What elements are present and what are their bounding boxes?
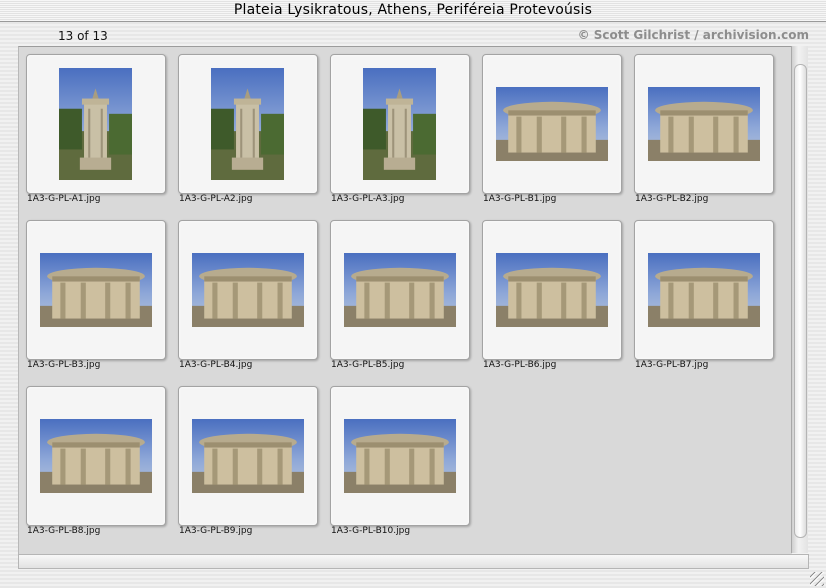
thumbnail-image[interactable] bbox=[648, 253, 760, 327]
thumbnail-filename: 1A3-G-PL-A2.jpg bbox=[179, 194, 253, 204]
thumbnail-filename: 1A3-G-PL-B8.jpg bbox=[27, 526, 101, 536]
thumbnail-frame[interactable] bbox=[178, 54, 318, 194]
thumbnail-image[interactable] bbox=[363, 68, 436, 180]
thumbnail-viewport: 1A3-G-PL-A1.jpg 1A3-G-PL-A2.jpg 1A3-G-PL-A… bbox=[18, 46, 792, 555]
thumbnail-frame[interactable] bbox=[330, 54, 470, 194]
thumbnail-filename: 1A3-G-PL-B10.jpg bbox=[331, 526, 411, 536]
thumbnail-image[interactable] bbox=[496, 253, 608, 327]
thumbnail-image[interactable] bbox=[344, 419, 456, 493]
resize-grip-icon[interactable] bbox=[810, 572, 824, 586]
thumbnail-filename: 1A3-G-PL-B6.jpg bbox=[483, 360, 557, 370]
thumbnail-frame[interactable] bbox=[330, 386, 470, 526]
thumbnail-image[interactable] bbox=[192, 419, 304, 493]
thumbnail-frame[interactable] bbox=[178, 386, 318, 526]
image-counter: 13 of 13 bbox=[58, 29, 108, 43]
thumbnail-filename: 1A3-G-PL-B2.jpg bbox=[635, 194, 709, 204]
thumbnail-filename: 1A3-G-PL-B7.jpg bbox=[635, 360, 709, 370]
thumbnail-image[interactable] bbox=[192, 253, 304, 327]
horizontal-scrollbar[interactable] bbox=[18, 554, 809, 569]
thumbnail-item[interactable]: 1A3-G-PL-B10.jpg bbox=[324, 380, 470, 536]
thumbnail-frame[interactable] bbox=[26, 220, 166, 360]
thumbnail-frame[interactable] bbox=[482, 220, 622, 360]
thumbnail-image[interactable] bbox=[648, 87, 760, 161]
thumbnail-filename: 1A3-G-PL-A1.jpg bbox=[27, 194, 101, 204]
thumbnail-filename: 1A3-G-PL-B9.jpg bbox=[179, 526, 253, 536]
thumbnail-frame[interactable] bbox=[482, 54, 622, 194]
thumbnail-item[interactable]: 1A3-G-PL-A3.jpg bbox=[324, 48, 470, 204]
thumbnail-filename: 1A3-G-PL-A3.jpg bbox=[331, 194, 405, 204]
thumbnail-image[interactable] bbox=[496, 87, 608, 161]
thumbnail-image[interactable] bbox=[211, 68, 284, 180]
thumbnail-item[interactable]: 1A3-G-PL-B3.jpg bbox=[20, 214, 166, 370]
window-title: Plateia Lysikratous, Athens, Periféreia … bbox=[0, 0, 826, 22]
thumbnail-image[interactable] bbox=[59, 68, 132, 180]
vertical-scrollbar[interactable] bbox=[791, 46, 808, 553]
thumbnail-filename: 1A3-G-PL-B3.jpg bbox=[27, 360, 101, 370]
thumbnail-filename: 1A3-G-PL-B1.jpg bbox=[483, 194, 557, 204]
thumbnail-frame[interactable] bbox=[178, 220, 318, 360]
thumbnail-item[interactable]: 1A3-G-PL-B1.jpg bbox=[476, 48, 622, 204]
thumbnail-frame[interactable] bbox=[634, 220, 774, 360]
thumbnail-item[interactable]: 1A3-G-PL-B6.jpg bbox=[476, 214, 622, 370]
thumbnail-item[interactable]: 1A3-G-PL-B2.jpg bbox=[628, 48, 774, 204]
thumbnail-image[interactable] bbox=[40, 253, 152, 327]
thumbnail-filename: 1A3-G-PL-B4.jpg bbox=[179, 360, 253, 370]
thumbnail-frame[interactable] bbox=[26, 386, 166, 526]
thumbnail-filename: 1A3-G-PL-B5.jpg bbox=[331, 360, 405, 370]
thumbnail-frame[interactable] bbox=[330, 220, 470, 360]
thumbnail-item[interactable]: 1A3-G-PL-B5.jpg bbox=[324, 214, 470, 370]
thumbnail-frame[interactable] bbox=[26, 54, 166, 194]
copyright-credit: © Scott Gilchrist / archivision.com bbox=[577, 28, 809, 42]
thumbnail-frame[interactable] bbox=[634, 54, 774, 194]
thumbnail-image[interactable] bbox=[344, 253, 456, 327]
thumbnail-item[interactable]: 1A3-G-PL-B7.jpg bbox=[628, 214, 774, 370]
thumbnail-item[interactable]: 1A3-G-PL-A2.jpg bbox=[172, 48, 318, 204]
thumbnail-item[interactable]: 1A3-G-PL-B8.jpg bbox=[20, 380, 166, 536]
thumbnail-item[interactable]: 1A3-G-PL-B4.jpg bbox=[172, 214, 318, 370]
vertical-scroll-thumb[interactable] bbox=[794, 64, 807, 538]
thumbnail-image[interactable] bbox=[40, 419, 152, 493]
thumbnail-item[interactable]: 1A3-G-PL-B9.jpg bbox=[172, 380, 318, 536]
thumbnail-item[interactable]: 1A3-G-PL-A1.jpg bbox=[20, 48, 166, 204]
